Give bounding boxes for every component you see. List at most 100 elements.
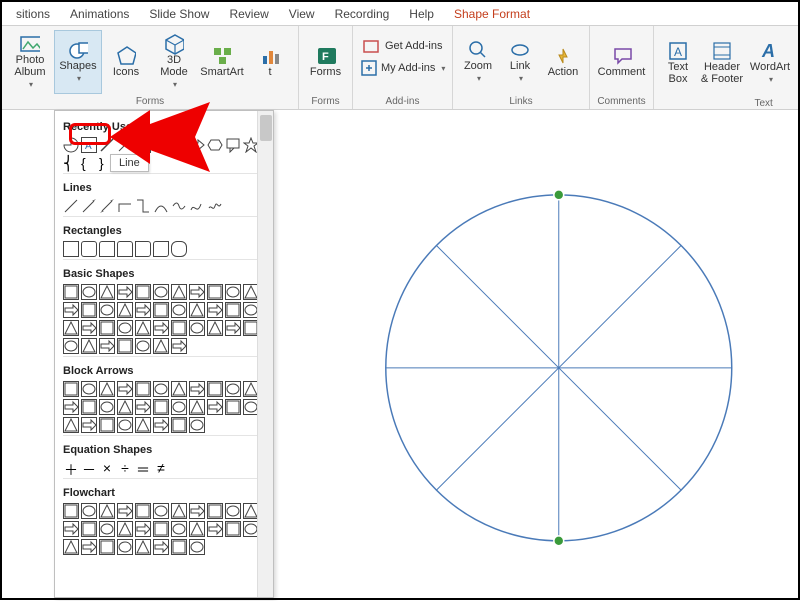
get-addins-button[interactable]: Get Add-ins (361, 36, 444, 56)
shape-brace[interactable]: ⎨ (63, 155, 79, 171)
text-box-button[interactable]: A Text Box (658, 31, 698, 95)
3d-models-button[interactable]: 3D Mode (150, 30, 198, 94)
basic-shape-37[interactable] (135, 338, 151, 354)
basic-shape-30[interactable] (207, 320, 223, 336)
basic-shape-24[interactable] (99, 320, 115, 336)
flow-shape-8[interactable] (207, 503, 223, 519)
basic-shape-23[interactable] (81, 320, 97, 336)
basic-shape-25[interactable] (117, 320, 133, 336)
basic-shape-39[interactable] (171, 338, 187, 354)
basic-shape-13[interactable] (99, 302, 115, 318)
basic-shape-9[interactable] (225, 284, 241, 300)
flow-shape-27[interactable] (153, 539, 169, 555)
flow-shape-16[interactable] (153, 521, 169, 537)
eq-plus[interactable]: ＋ (63, 460, 79, 476)
header-footer-button[interactable]: Header & Footer (698, 31, 746, 95)
line-double-arrow[interactable] (99, 198, 115, 214)
arrow-shape-26[interactable] (135, 417, 151, 433)
arrow-shape-18[interactable] (189, 399, 205, 415)
basic-shape-29[interactable] (189, 320, 205, 336)
flow-shape-25[interactable] (117, 539, 133, 555)
flow-shape-22[interactable] (63, 539, 79, 555)
arrow-shape-16[interactable] (153, 399, 169, 415)
shape-arrow-right[interactable] (189, 137, 205, 153)
smartart-button[interactable]: SmartArt (198, 30, 246, 94)
rect3[interactable] (99, 241, 115, 257)
rect1[interactable] (63, 241, 79, 257)
menu-view[interactable]: View (279, 7, 325, 21)
menu-shape-format[interactable]: Shape Format (444, 7, 540, 21)
flow-shape-2[interactable] (99, 503, 115, 519)
flow-shape-14[interactable] (117, 521, 133, 537)
arrow-shape-19[interactable] (207, 399, 223, 415)
arrow-shape-7[interactable] (189, 381, 205, 397)
arrow-shape-3[interactable] (117, 381, 133, 397)
eq-div[interactable]: ÷ (117, 460, 133, 476)
basic-shape-5[interactable] (153, 284, 169, 300)
menu-recording[interactable]: Recording (325, 7, 400, 21)
arrow-shape-5[interactable] (153, 381, 169, 397)
shape-rect[interactable] (135, 137, 151, 153)
shape-callout[interactable] (225, 137, 241, 153)
line-elbow[interactable] (117, 198, 133, 214)
basic-shape-22[interactable] (63, 320, 79, 336)
flow-shape-23[interactable] (81, 539, 97, 555)
flow-shape-3[interactable] (117, 503, 133, 519)
basic-shape-28[interactable] (171, 320, 187, 336)
menu-transitions[interactable]: sitions (6, 7, 60, 21)
icons-button[interactable]: Icons (102, 30, 150, 94)
basic-shape-1[interactable] (81, 284, 97, 300)
line-arrow-shape[interactable] (81, 198, 97, 214)
arrow-shape-13[interactable] (99, 399, 115, 415)
eq-minus[interactable]: － (81, 460, 97, 476)
line-scribble[interactable] (207, 198, 223, 214)
basic-shape-33[interactable] (63, 338, 79, 354)
basic-shape-17[interactable] (171, 302, 187, 318)
flow-shape-13[interactable] (99, 521, 115, 537)
arrow-shape-4[interactable] (135, 381, 151, 397)
forms-button[interactable]: F Forms (303, 30, 348, 94)
basic-shape-19[interactable] (207, 302, 223, 318)
flow-shape-24[interactable] (99, 539, 115, 555)
basic-shape-0[interactable] (63, 284, 79, 300)
flow-shape-26[interactable] (135, 539, 151, 555)
flow-shape-1[interactable] (81, 503, 97, 519)
basic-shape-15[interactable] (135, 302, 151, 318)
basic-shape-11[interactable] (63, 302, 79, 318)
arrow-shape-6[interactable] (171, 381, 187, 397)
flow-shape-18[interactable] (189, 521, 205, 537)
flow-shape-7[interactable] (189, 503, 205, 519)
flow-shape-19[interactable] (207, 521, 223, 537)
shape-triangle[interactable] (171, 137, 187, 153)
shape-hex[interactable] (207, 137, 223, 153)
rect7[interactable] (171, 241, 187, 257)
arrow-shape-0[interactable] (63, 381, 79, 397)
arrow-shape-11[interactable] (63, 399, 79, 415)
shape-oval[interactable] (153, 137, 169, 153)
basic-shape-31[interactable] (225, 320, 241, 336)
basic-shape-3[interactable] (117, 284, 133, 300)
arrow-shape-15[interactable] (135, 399, 151, 415)
flow-shape-15[interactable] (135, 521, 151, 537)
scrollbar-thumb[interactable] (260, 115, 272, 141)
arrow-shape-2[interactable] (99, 381, 115, 397)
arrow-shape-20[interactable] (225, 399, 241, 415)
basic-shape-35[interactable] (99, 338, 115, 354)
action-button[interactable]: Action (541, 30, 585, 94)
arrow-shape-17[interactable] (171, 399, 187, 415)
basic-shape-4[interactable] (135, 284, 151, 300)
flow-shape-28[interactable] (171, 539, 187, 555)
flow-shape-6[interactable] (171, 503, 187, 519)
line-freeform[interactable] (189, 198, 205, 214)
menu-review[interactable]: Review (219, 7, 278, 21)
comment-button[interactable]: Comment (594, 30, 649, 94)
shape-brace2[interactable]: { (81, 155, 97, 171)
menu-help[interactable]: Help (399, 7, 444, 21)
line-elbow2[interactable] (135, 198, 151, 214)
basic-shape-8[interactable] (207, 284, 223, 300)
arrow-shape-22[interactable] (63, 417, 79, 433)
flow-shape-9[interactable] (225, 503, 241, 519)
flow-shape-20[interactable] (225, 521, 241, 537)
arrow-shape-8[interactable] (207, 381, 223, 397)
basic-shape-18[interactable] (189, 302, 205, 318)
